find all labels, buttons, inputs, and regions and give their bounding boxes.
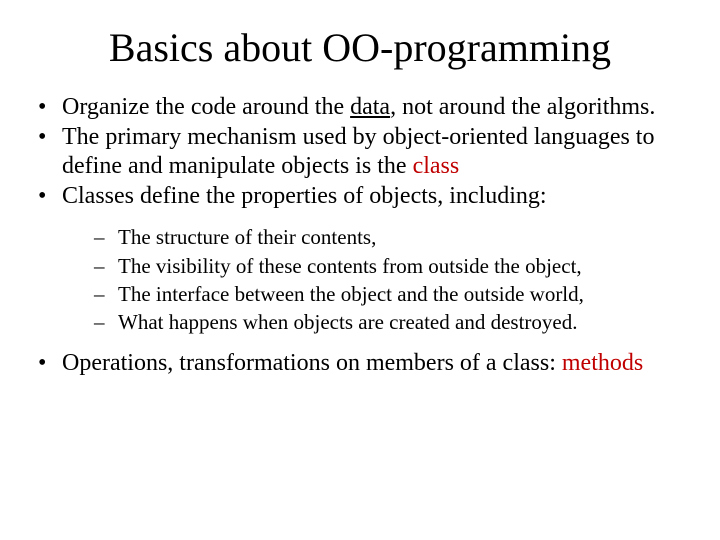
underlined-text: data	[350, 94, 390, 120]
keyword-class: class	[413, 153, 460, 179]
text: The primary mechanism used by object-ori…	[62, 124, 654, 178]
sub-item: The visibility of these contents from ou…	[94, 253, 684, 279]
text: Classes define the properties of objects…	[62, 183, 547, 209]
sub-item: The interface between the object and the…	[94, 281, 684, 307]
bullet-item: Organize the code around the data, not a…	[36, 93, 684, 121]
keyword-methods: methods	[562, 350, 643, 376]
sub-item: What happens when objects are created an…	[94, 309, 684, 335]
text: The visibility of these contents from ou…	[118, 254, 582, 278]
text: , not around the algorithms.	[390, 94, 655, 120]
text: Organize the code around the	[62, 94, 350, 120]
bullet-item: Operations, transformations on members o…	[36, 349, 684, 377]
text: The interface between the object and the…	[118, 282, 584, 306]
text: Operations, transformations on members o…	[62, 350, 562, 376]
sub-item: The structure of their contents,	[94, 224, 684, 250]
bullet-item: The primary mechanism used by object-ori…	[36, 123, 684, 180]
text: The structure of their contents,	[118, 225, 376, 249]
slide-title: Basics about OO-programming	[28, 24, 692, 71]
text: What happens when objects are created an…	[118, 310, 577, 334]
bullet-list: Organize the code around the data, not a…	[28, 93, 692, 378]
sub-list: The structure of their contents, The vis…	[62, 224, 684, 335]
slide: Basics about OO-programming Organize the…	[0, 0, 720, 540]
bullet-item: Classes define the properties of objects…	[36, 182, 684, 335]
